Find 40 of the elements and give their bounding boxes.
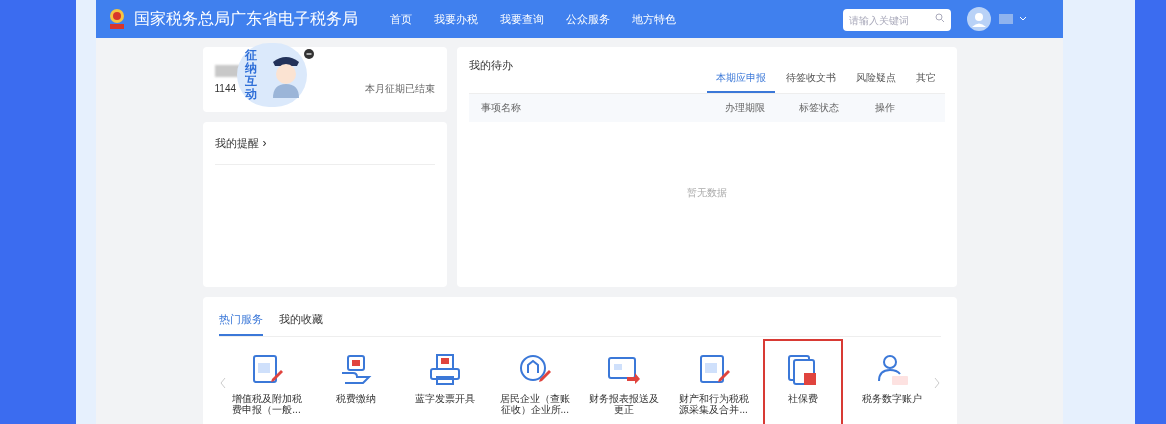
service-item[interactable]: 财务报表报送及更正 [584,338,665,424]
chevron-down-icon[interactable] [1019,16,1027,22]
reminder-arrow[interactable]: › [262,134,267,152]
nav-link[interactable]: 地方特色 [632,10,676,28]
search-field[interactable]: 请输入关键词 [843,9,951,32]
todo-title: 我的待办 [468,58,514,73]
service-item[interactable]: 增值税及附加税费申报（一般... [226,338,307,424]
search-icon [935,12,945,23]
widget-label: 征纳互动 [244,48,257,102]
service-item[interactable]: 税费缴纳 [315,338,396,424]
nav-link[interactable]: 我要办税 [434,10,478,28]
todo-tab[interactable]: 风险疑点 [846,69,905,93]
column-header: 标签状态 [798,101,840,115]
printer-icon [428,352,463,387]
services-tab[interactable]: 热门服务 [218,311,263,336]
services-tab[interactable]: 我的收藏 [278,311,323,336]
nav-link[interactable]: 首页 [390,10,412,28]
nav-link[interactable]: 公众服务 [566,10,610,28]
service-item[interactable]: 社保费 [763,338,844,424]
service-item[interactable]: 居民企业（查账征收）企业所... [494,338,575,424]
column-header: 操作 [874,101,896,115]
reminder-title[interactable]: 我的提醒 [214,134,259,152]
site-title: 国家税务总局广东省电子税务局 [134,9,358,29]
redacted-name [999,14,1013,24]
service-item[interactable]: 蓝字发票开具 [405,338,486,424]
nav-link[interactable]: 我要查询 [500,10,544,28]
service-item[interactable]: 财产和行为税税源采集及合并... [673,338,754,424]
account-id: 1144 [214,82,236,96]
todo-tab[interactable]: 其它 [906,69,945,93]
column-header: 事项名称 [480,101,522,115]
todo-tab[interactable]: 待签收文书 [776,69,845,93]
empty-message: 暂无数据 [686,185,727,200]
service-item[interactable]: 税务数字账户 [852,338,933,424]
emblem-icon [108,7,126,31]
assistant-widget[interactable]: 征纳互动 [236,43,307,107]
minimize-icon[interactable] [303,49,314,59]
status-text: 本月征期已结束 [364,82,435,96]
column-header: 办理期限 [724,101,766,115]
person-icon [875,352,910,387]
avatar-icon[interactable] [967,7,991,31]
